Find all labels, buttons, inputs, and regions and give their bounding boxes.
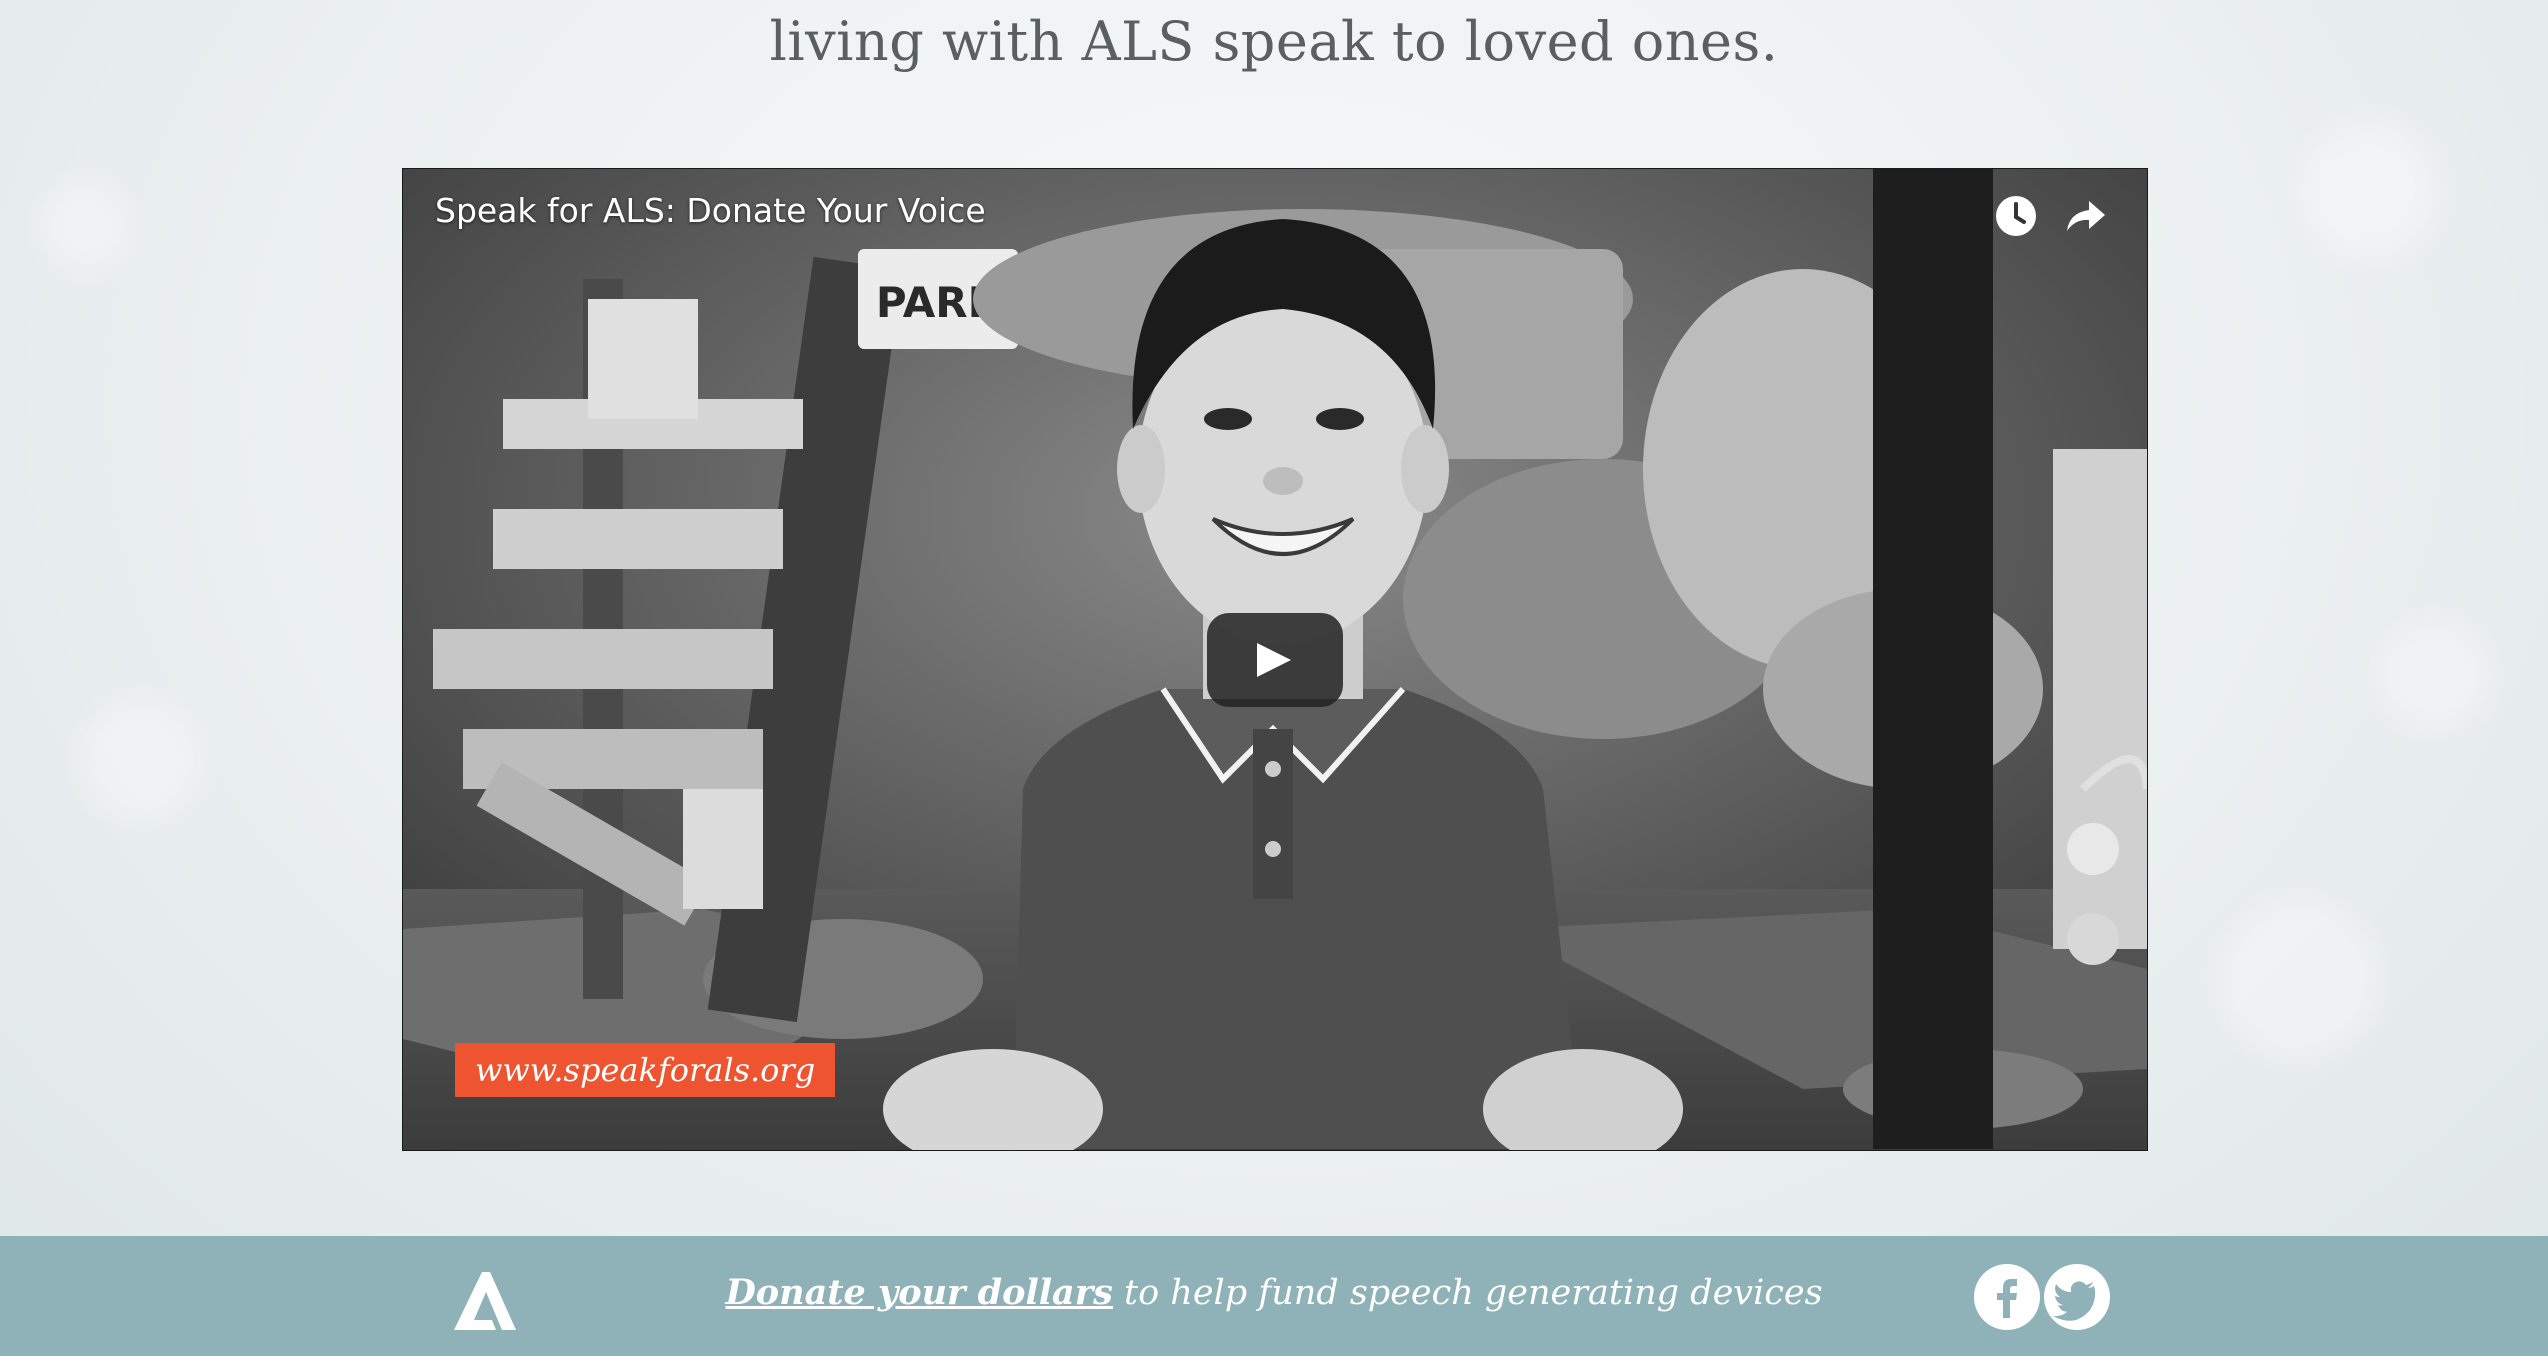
play-button[interactable] [1207, 613, 1343, 707]
bokeh-light [40, 180, 130, 270]
page-headline: living with ALS speak to loved ones. [769, 10, 1779, 73]
bokeh-light [80, 700, 200, 820]
video-player[interactable]: PARK Speak for ALS: Donate Your Voice ww… [402, 168, 2148, 1151]
share-icon[interactable] [2063, 193, 2109, 239]
bokeh-light [2220, 900, 2380, 1060]
url-badge: www.speakforals.org [455, 1043, 836, 1097]
facebook-icon[interactable] [1974, 1264, 2040, 1330]
video-title[interactable]: Speak for ALS: Donate Your Voice [435, 191, 986, 230]
twitter-icon[interactable] [2044, 1264, 2110, 1330]
play-icon [1257, 643, 1291, 677]
donate-link[interactable]: Donate your dollars [725, 1272, 1112, 1313]
bokeh-light [2380, 620, 2490, 730]
footer-bar: Donate your dollars to help fund speech … [0, 1236, 2548, 1356]
bokeh-light [2300, 120, 2440, 260]
footer-text: to help fund speech generating devices [1112, 1273, 1823, 1313]
clock-icon[interactable] [1993, 193, 2039, 239]
footer-message: Donate your dollars to help fund speech … [0, 1272, 2548, 1313]
